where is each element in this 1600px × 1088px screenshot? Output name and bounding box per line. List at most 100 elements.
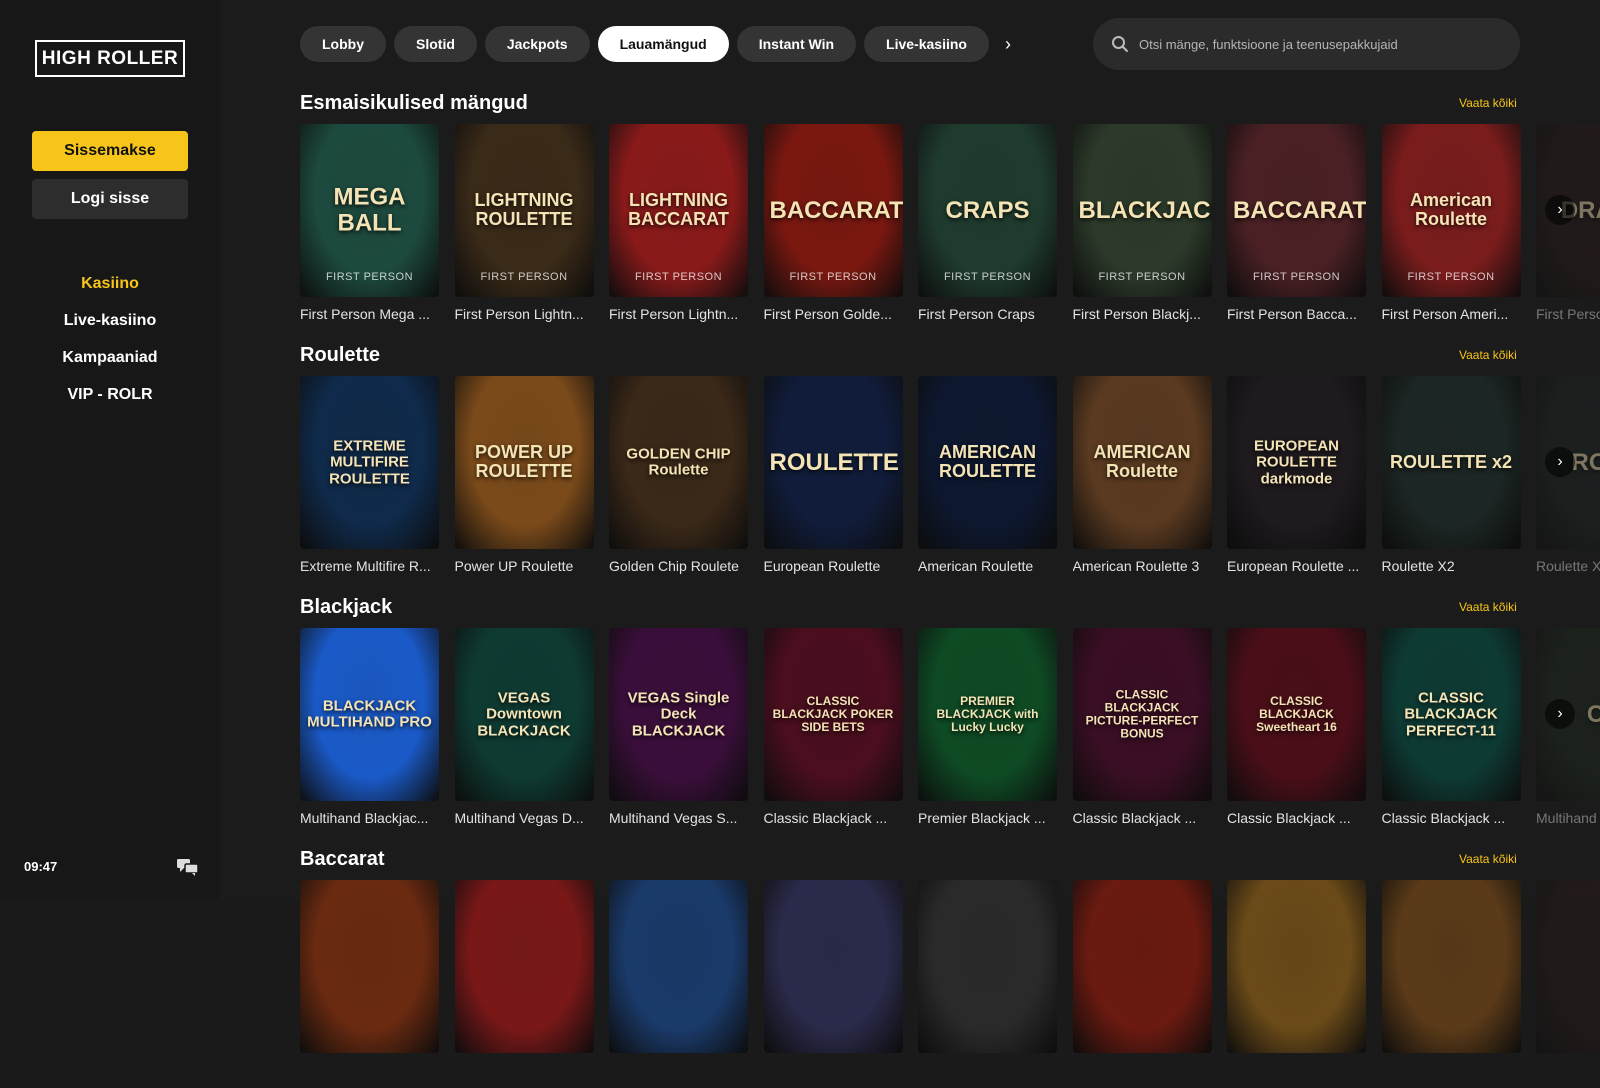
game-thumbnail[interactable]: LIGHTNING BACCARAT FIRST PERSON	[609, 124, 748, 297]
tab-lauamangud[interactable]: Lauamängud	[597, 26, 729, 62]
game-thumbnail[interactable]: MEGA BALL FIRST PERSON	[300, 124, 439, 297]
tab-slotid[interactable]: Slotid	[394, 26, 477, 62]
game-tile[interactable]: BLACKJACK FIRST PERSON First Person Blackj…	[1072, 124, 1212, 322]
tab-live-kasiino[interactable]: Live-kasiino	[864, 26, 989, 62]
game-tile[interactable]: CLASSIC BLACKJACK PICTURE-PERFECT BONUS C…	[1072, 628, 1212, 826]
game-thumbnail[interactable]: CRAPS FIRST PERSON	[918, 124, 1057, 297]
game-thumbnail[interactable]	[1227, 880, 1366, 1053]
game-thumbnail[interactable]	[1381, 880, 1521, 1053]
game-thumbnail[interactable]: GOLDEN CHIP Roulette	[609, 376, 748, 549]
game-thumbnail[interactable]	[454, 880, 594, 1053]
game-thumbnail[interactable]: AMERICAN Roulette	[1072, 376, 1212, 549]
game-tile[interactable]: BACCARAT FIRST PERSON First Person Golde..…	[763, 124, 903, 322]
game-art-text: AMERICAN Roulette	[1093, 441, 1191, 482]
game-art-text: CLASSIC BLACKJACK PERFECT-11	[1404, 688, 1498, 739]
game-tile[interactable]: ROULETTE European Roulette	[763, 376, 903, 574]
game-tile[interactable]: GOLDEN CHIP Roulette Golden Chip Roulete	[609, 376, 748, 574]
game-tile[interactable]: AMERICAN Roulette American Roulette 3	[1072, 376, 1212, 574]
game-thumbnail[interactable]: EUROPEAN ROULETTE darkmode	[1227, 376, 1366, 549]
game-thumbnail[interactable]: VEGAS Single Deck BLACKJACK	[609, 628, 748, 801]
sidebar-item-vip[interactable]: VIP - ROLR	[0, 376, 220, 413]
game-tile[interactable]	[763, 880, 903, 1062]
game-tile[interactable]: CLASSIC BLACKJACK PERFECT-11 Classic Blac…	[1381, 628, 1521, 826]
game-tile[interactable]	[609, 880, 748, 1062]
game-tile[interactable]	[1536, 880, 1600, 1062]
deposit-button[interactable]: Sissemakse	[32, 131, 188, 171]
game-thumbnail[interactable]: CLASSIC BLACKJACK PERFECT-11	[1381, 628, 1521, 801]
game-tile[interactable]: EUROPEAN ROULETTE darkmode European Roule…	[1227, 376, 1366, 574]
chat-bubbles-icon[interactable]	[176, 857, 200, 877]
game-tile[interactable]: ClaMultihand	[1536, 628, 1600, 826]
see-all-link[interactable]: Vaata kõiki	[1459, 348, 1517, 362]
game-thumbnail[interactable]: BACCARAT FIRST PERSON	[763, 124, 903, 297]
game-thumbnail[interactable]	[1072, 880, 1212, 1053]
brand-logo[interactable]: HIGH ROLLER	[35, 40, 185, 77]
game-tile[interactable]: LIGHTNING BACCARAT FIRST PERSON First Pers…	[609, 124, 748, 322]
game-thumbnail[interactable]: AMERICAN ROULETTE	[918, 376, 1057, 549]
game-thumbnail[interactable]: CLASSIC BLACKJACK POKER SIDE BETS	[763, 628, 903, 801]
game-title: First Person Bacca...	[1227, 306, 1357, 322]
game-tile[interactable]: CRAPS FIRST PERSON First Person Craps	[918, 124, 1057, 322]
game-thumbnail[interactable]: American Roulette FIRST PERSON	[1381, 124, 1521, 297]
tab-lobby[interactable]: Lobby	[300, 26, 386, 62]
section-title: Esmaisikulised mängud	[300, 92, 528, 114]
login-button[interactable]: Logi sisse	[32, 179, 188, 219]
row-next-chevron-icon[interactable]: ›	[1545, 195, 1575, 225]
search-input[interactable]	[1139, 36, 1499, 52]
row-next-chevron-icon[interactable]: ›	[1545, 447, 1575, 477]
sidebar: HIGH ROLLER Sissemakse Logi sisse Kasiin…	[0, 0, 220, 900]
tab-instant-win[interactable]: Instant Win	[736, 26, 857, 62]
see-all-link[interactable]: Vaata kõiki	[1459, 852, 1517, 866]
see-all-link[interactable]: Vaata kõiki	[1459, 600, 1517, 614]
game-title: First Person Golde...	[763, 306, 892, 322]
game-tile[interactable]: PREMIER BLACKJACK with Lucky Lucky Premie…	[918, 628, 1057, 826]
game-tile[interactable]	[918, 880, 1057, 1062]
game-tile[interactable]: CLASSIC BLACKJACK POKER SIDE BETS Classic…	[763, 628, 903, 826]
game-thumbnail[interactable]: PREMIER BLACKJACK with Lucky Lucky	[918, 628, 1057, 801]
game-thumbnail[interactable]: BACCARAT FIRST PERSON	[1227, 124, 1366, 297]
tab-jackpots[interactable]: Jackpots	[484, 26, 590, 62]
game-thumbnail[interactable]: CLASSIC BLACKJACK PICTURE-PERFECT BONUS	[1072, 628, 1212, 801]
game-thumbnail[interactable]	[918, 880, 1057, 1053]
game-tile[interactable]: VEGAS Downtown BLACKJACK Multihand Vegas …	[454, 628, 594, 826]
sidebar-item-kampaaniad[interactable]: Kampaaniad	[0, 339, 220, 376]
game-thumbnail[interactable]	[300, 880, 439, 1053]
game-thumbnail[interactable]: EXTREME MULTIFIRE ROULETTE	[300, 376, 439, 549]
tabs-next-chevron-icon[interactable]: ›	[997, 26, 1019, 62]
sidebar-item-live-kasiino[interactable]: Live-kasiino	[0, 302, 220, 339]
game-thumbnail[interactable]: BLACKJACK MULTIHAND PRO	[300, 628, 439, 801]
game-tile[interactable]: POWER UP ROULETTE Power UP Roulette	[454, 376, 594, 574]
game-tile[interactable]: EXTREME MULTIFIRE ROULETTE Extreme Multif…	[300, 376, 439, 574]
game-tile[interactable]	[1227, 880, 1366, 1062]
game-tile[interactable]: MEGA BALL FIRST PERSON First Person Mega .…	[300, 124, 439, 322]
sidebar-item-kasiino[interactable]: Kasiino	[0, 265, 220, 302]
game-tile[interactable]: VEGAS Single Deck BLACKJACK Multihand Veg…	[609, 628, 748, 826]
game-thumbnail[interactable]	[609, 880, 748, 1053]
game-tile[interactable]: DRAGOFirst Perso	[1536, 124, 1600, 322]
section-title: Roulette	[300, 344, 380, 366]
game-thumbnail[interactable]: POWER UP ROULETTE	[454, 376, 594, 549]
game-thumbnail[interactable]: ROULETTE	[763, 376, 903, 549]
game-tile[interactable]: ROULRoulette X	[1536, 376, 1600, 574]
game-tile[interactable]: ROULETTE x2 Roulette X2	[1381, 376, 1521, 574]
row-next-chevron-icon[interactable]: ›	[1545, 699, 1575, 729]
game-tile[interactable]: BACCARAT FIRST PERSON First Person Bacca..…	[1227, 124, 1366, 322]
game-art-text: American Roulette	[1409, 189, 1493, 230]
game-tile[interactable]	[454, 880, 594, 1062]
game-thumbnail[interactable]	[1536, 880, 1600, 1053]
game-thumbnail[interactable]: VEGAS Downtown BLACKJACK	[454, 628, 594, 801]
game-tile[interactable]	[1072, 880, 1212, 1062]
game-tile[interactable]: CLASSIC BLACKJACK Sweetheart 16 Classic B…	[1227, 628, 1366, 826]
game-thumbnail[interactable]: CLASSIC BLACKJACK Sweetheart 16	[1227, 628, 1366, 801]
game-tile[interactable]: AMERICAN ROULETTE American Roulette	[918, 376, 1057, 574]
game-thumbnail[interactable]: ROULETTE x2	[1381, 376, 1521, 549]
see-all-link[interactable]: Vaata kõiki	[1459, 96, 1517, 110]
game-tile[interactable]	[1381, 880, 1521, 1062]
game-tile[interactable]: BLACKJACK MULTIHAND PRO Multihand Blackja…	[300, 628, 439, 826]
game-tile[interactable]: LIGHTNING ROULETTE FIRST PERSON First Pers…	[454, 124, 594, 322]
game-thumbnail[interactable]	[763, 880, 903, 1053]
game-tile[interactable]: American Roulette FIRST PERSON First Perso…	[1381, 124, 1521, 322]
game-thumbnail[interactable]: BLACKJACK FIRST PERSON	[1072, 124, 1212, 297]
game-thumbnail[interactable]: LIGHTNING ROULETTE FIRST PERSON	[454, 124, 594, 297]
game-tile[interactable]	[300, 880, 439, 1062]
